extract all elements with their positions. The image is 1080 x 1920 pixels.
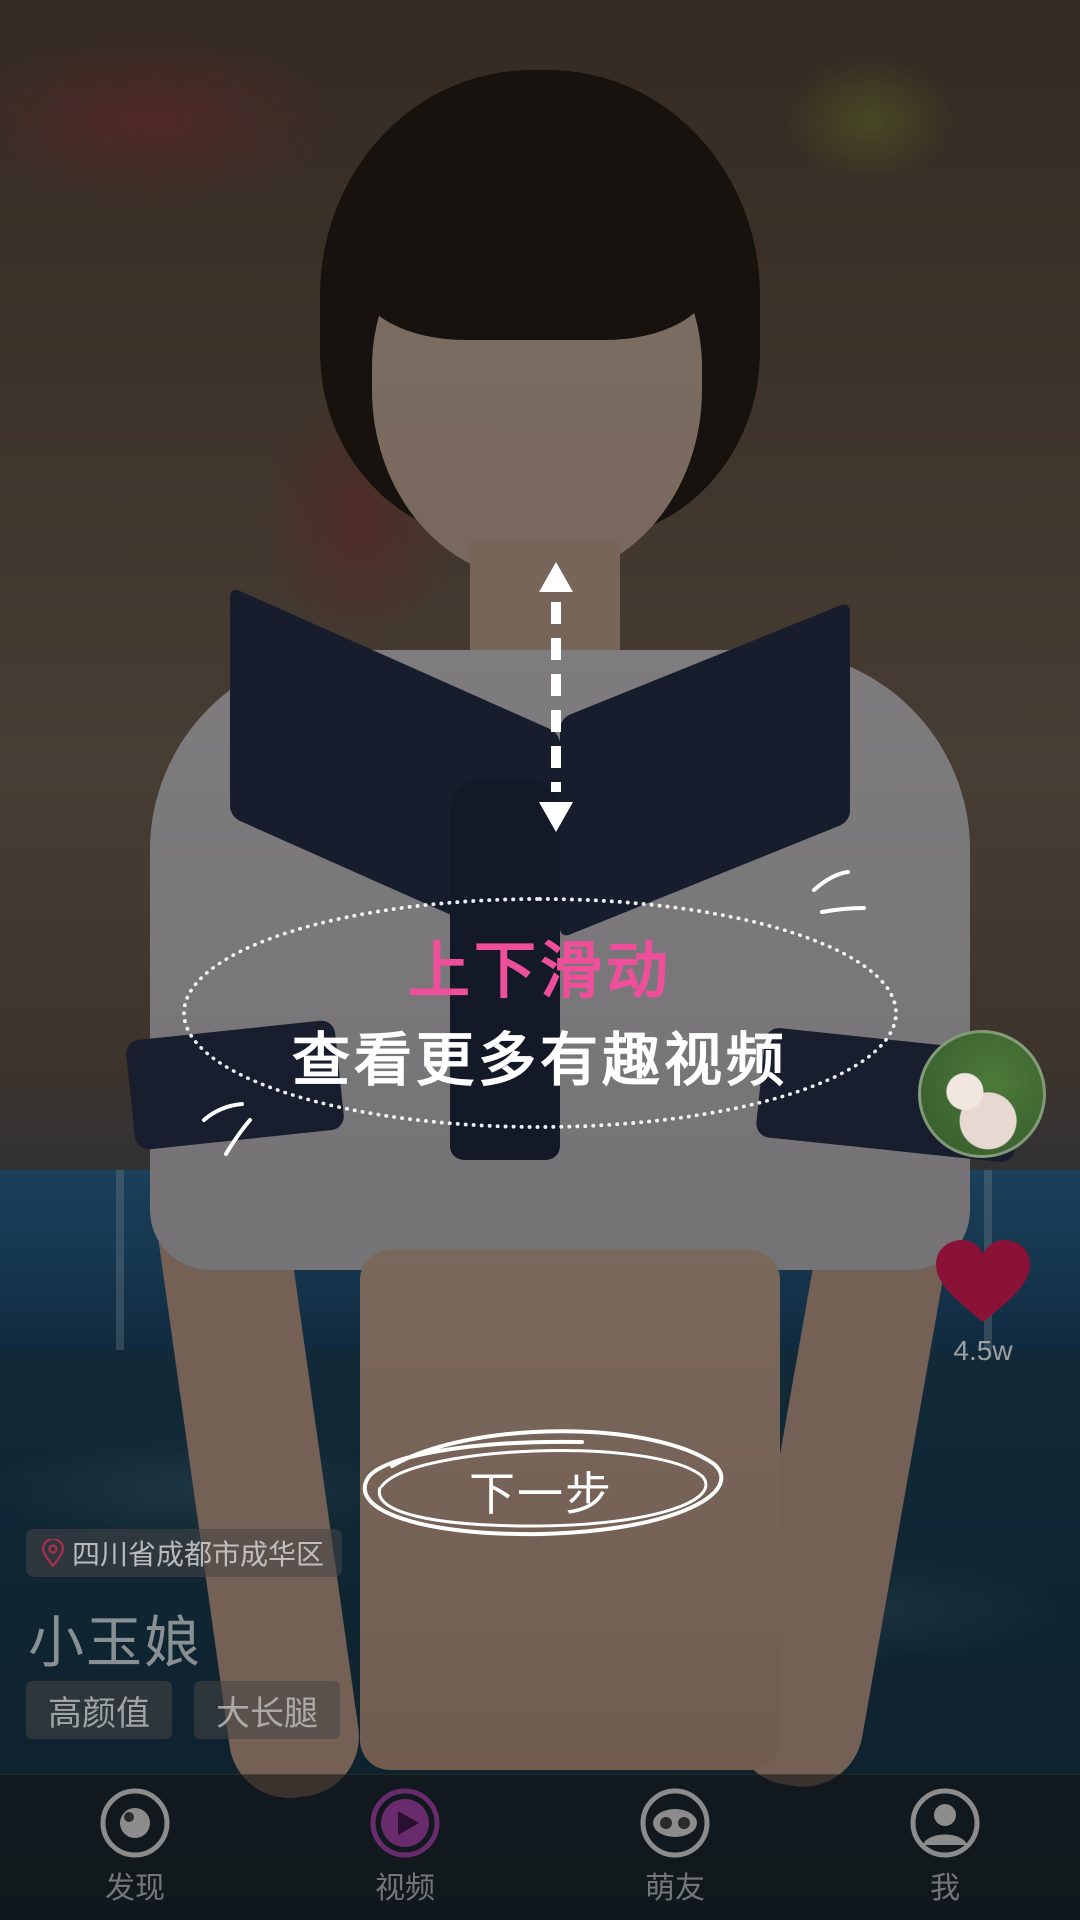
author-avatar[interactable] — [918, 1030, 1046, 1158]
location-badge[interactable]: 四川省成都市成华区 — [26, 1529, 343, 1577]
discover-icon — [100, 1788, 170, 1858]
nav-label-discover: 发现 — [105, 1871, 165, 1906]
next-step-button[interactable]: 下一步 — [352, 1426, 730, 1544]
friends-icon — [640, 1788, 710, 1858]
nav-item-me[interactable]: 我 — [810, 1775, 1080, 1920]
nav-label-video: 视频 — [375, 1871, 435, 1906]
profile-icon — [910, 1788, 980, 1858]
decoration-strokes-icon — [812, 870, 866, 914]
author-name[interactable]: 小玉娘 — [28, 1598, 202, 1679]
nav-label-me: 我 — [930, 1871, 960, 1906]
tag-chip[interactable]: 大长腿 — [194, 1681, 340, 1739]
swipe-up-down-arrow-icon — [539, 562, 573, 832]
nav-item-friends[interactable]: 萌友 — [540, 1775, 810, 1920]
bottom-nav: 发现 视频 萌友 我 — [0, 1774, 1080, 1920]
tag-chip[interactable]: 高颜值 — [26, 1681, 172, 1739]
video-feed-screen[interactable]: 上下滑动 查看更多有趣视频 下一步 4.5w 四川省成都市成华区 小玉娘 高颜值… — [0, 0, 1080, 1920]
location-pin-icon — [42, 1539, 64, 1567]
location-text: 四川省成都市成华区 — [72, 1538, 325, 1571]
video-play-icon — [370, 1788, 440, 1858]
like-count: 4.5w — [953, 1335, 1013, 1366]
nav-item-discover[interactable]: 发现 — [0, 1775, 270, 1920]
nav-label-friends: 萌友 — [645, 1871, 705, 1906]
like-heart-icon[interactable] — [936, 1240, 1030, 1324]
next-step-label: 下一步 — [469, 1467, 613, 1521]
guide-title: 上下滑动 — [407, 934, 672, 1007]
nav-item-video[interactable]: 视频 — [270, 1775, 540, 1920]
tag-list: 高颜值 大长腿 — [26, 1681, 340, 1739]
decoration-strokes-icon — [202, 1102, 252, 1156]
